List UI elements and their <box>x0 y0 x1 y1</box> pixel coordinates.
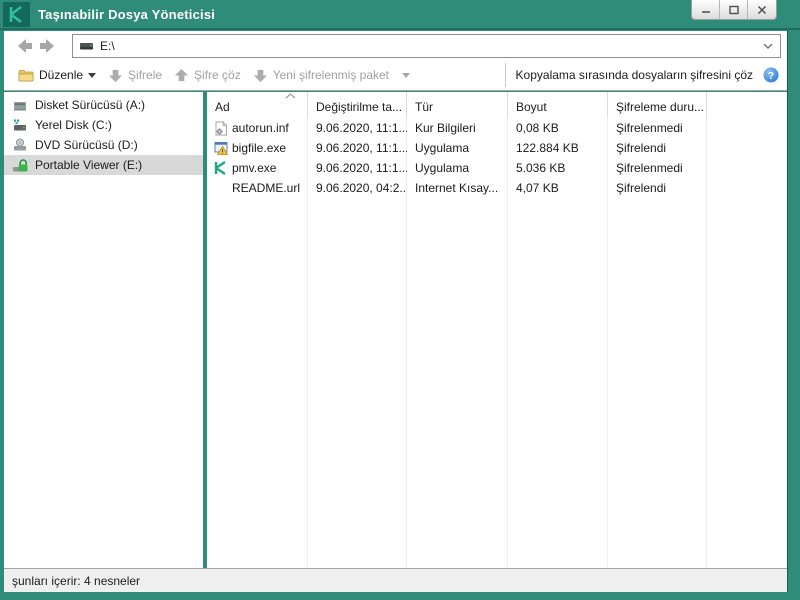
folder-icon <box>18 70 34 82</box>
blank-file-icon <box>213 181 228 196</box>
file-encryption-status: Şifrelendi <box>616 141 667 155</box>
minimize-icon <box>701 10 710 13</box>
window-title: Taşınabilir Dosya Yöneticisi <box>38 6 216 22</box>
file-row-bigfile-exe[interactable]: bigfile.exe 9.06.2020, 11:1... Uygulama … <box>207 138 787 158</box>
file-type: Uygulama <box>415 161 470 175</box>
dvd-drive-icon <box>12 137 28 153</box>
file-size: 122.884 KB <box>516 141 579 155</box>
file-type: Uygulama <box>415 141 470 155</box>
yeni-sifrelenmis-paket-label: Yeni şifrelenmiş paket <box>272 68 390 82</box>
file-modified: 9.06.2020, 11:1... <box>316 161 407 175</box>
file-encryption-status: Şifrelenmedi <box>616 121 683 135</box>
maximize-icon <box>728 5 739 14</box>
file-size: 0,08 KB <box>516 121 559 135</box>
help-icon[interactable]: ? <box>763 67 779 83</box>
kaspersky-k-icon <box>9 6 22 23</box>
local-disk-icon <box>12 117 28 133</box>
svg-text:?: ? <box>768 70 774 82</box>
file-encryption-status: Şifrelendi <box>616 181 667 195</box>
window-controls <box>691 0 777 20</box>
file-encryption-status: Şifrelenmedi <box>616 161 683 175</box>
file-name: README.url <box>232 181 301 195</box>
file-name: pmv.exe <box>232 161 277 175</box>
sidebar-item-label: Yerel Disk (C:) <box>35 118 112 132</box>
sidebar-item-label: Portable Viewer (E:) <box>35 158 143 172</box>
maximize-button[interactable] <box>720 0 748 19</box>
titlebar[interactable]: Taşınabilir Dosya Yöneticisi <box>0 0 800 30</box>
encrypt-arrow-down-icon <box>108 69 123 82</box>
column-header-encryption[interactable]: Şifreleme duru... <box>608 92 707 118</box>
address-text: E:\ <box>100 38 115 53</box>
duzenle-label: Düzenle <box>39 68 84 82</box>
application-file-icon <box>213 141 228 156</box>
forward-button[interactable] <box>36 37 58 55</box>
main-content: Disket Sürücüsü (A:) Yerel Disk (C:) DVD… <box>4 92 787 568</box>
duzenle-dropdown-caret-icon <box>88 72 97 78</box>
file-size: 5.036 KB <box>516 161 566 175</box>
paket-dropdown-caret-icon <box>402 72 411 78</box>
file-row-pmv-exe[interactable]: pmv.exe 9.06.2020, 11:1... Uygulama 5.03… <box>207 158 787 178</box>
decrypt-on-copy-label: Kopyalama sırasında dosyaların şifresini… <box>515 68 753 82</box>
sifre-coz-button[interactable]: Şifre çöz <box>168 65 247 86</box>
sidebar-item-drive-e[interactable]: Portable Viewer (E:) <box>4 155 203 175</box>
close-icon <box>757 5 767 14</box>
floppy-drive-icon <box>12 97 28 113</box>
file-name: autorun.inf <box>232 121 289 135</box>
window-edge-line <box>787 30 788 592</box>
kaspersky-file-icon <box>213 161 228 176</box>
toolbar: Düzenle Şifrele Şifre çöz Yeni şifrelenm… <box>4 60 787 91</box>
minimize-button[interactable] <box>692 0 720 19</box>
address-bar[interactable]: E:\ <box>72 33 781 58</box>
status-bar: şunları içerir: 4 nesneler <box>4 568 787 592</box>
file-type: Kur Bilgileri <box>415 121 476 135</box>
file-name: bigfile.exe <box>232 141 287 155</box>
column-header-size[interactable]: Boyut <box>508 92 608 118</box>
file-list-header: Ad Değiştirilme ta... Tür Boyut Şifrelem… <box>207 92 787 118</box>
file-size: 4,07 KB <box>516 181 559 195</box>
drive-icon <box>80 43 93 50</box>
sifrele-button[interactable]: Şifrele <box>102 65 168 86</box>
status-text: şunları içerir: 4 nesneler <box>12 573 141 588</box>
file-row-readme-url[interactable]: README.url 9.06.2020, 04:2... Internet K… <box>207 178 787 198</box>
portable-file-manager-window: Taşınabilir Dosya Yöneticisi E:\ Düzenle… <box>0 0 800 600</box>
decrypt-arrow-up-icon <box>174 68 189 81</box>
duzenle-button[interactable]: Düzenle <box>12 65 102 85</box>
file-modified: 9.06.2020, 04:2... <box>316 181 407 195</box>
column-header-empty <box>707 92 787 118</box>
kaspersky-logo <box>3 2 30 27</box>
sidebar-item-drive-c[interactable]: Yerel Disk (C:) <box>4 115 203 135</box>
sidebar-item-drive-a[interactable]: Disket Sürücüsü (A:) <box>4 95 203 115</box>
close-button[interactable] <box>748 0 776 19</box>
address-dropdown-chevron-icon[interactable] <box>762 42 774 50</box>
sidebar-item-label: Disket Sürücüsü (A:) <box>35 98 146 112</box>
setup-file-icon <box>213 120 228 136</box>
sifrele-label: Şifrele <box>128 68 163 82</box>
sort-ascending-icon <box>285 93 296 99</box>
file-list: Ad Değiştirilme ta... Tür Boyut Şifrelem… <box>207 92 787 568</box>
column-header-modified[interactable]: Değiştirilme ta... <box>308 92 407 118</box>
yeni-sifrelenmis-paket-button[interactable]: Yeni şifrelenmiş paket <box>247 65 416 86</box>
sifre-coz-label: Şifre çöz <box>194 68 241 82</box>
new-package-arrow-down-icon <box>253 69 267 82</box>
navigation-bar: E:\ <box>4 31 787 60</box>
file-modified: 9.06.2020, 11:1... <box>316 141 407 155</box>
sidebar-item-label: DVD Sürücüsü (D:) <box>35 138 138 152</box>
locked-drive-icon <box>12 157 28 173</box>
file-row-autorun-inf[interactable]: autorun.inf 9.06.2020, 11:1... Kur Bilgi… <box>207 118 787 138</box>
file-type: Internet Kısay... <box>415 181 499 195</box>
toolbar-right-group: Kopyalama sırasında dosyaların şifresini… <box>504 63 779 87</box>
drive-sidebar: Disket Sürücüsü (A:) Yerel Disk (C:) DVD… <box>4 92 203 568</box>
file-modified: 9.06.2020, 11:1... <box>316 121 407 135</box>
toolbar-separator <box>504 63 506 87</box>
back-button[interactable] <box>14 37 36 55</box>
column-header-type[interactable]: Tür <box>407 92 508 118</box>
sidebar-item-drive-d[interactable]: DVD Sürücüsü (D:) <box>4 135 203 155</box>
forward-arrow-icon <box>40 38 54 53</box>
back-arrow-icon <box>18 38 32 53</box>
